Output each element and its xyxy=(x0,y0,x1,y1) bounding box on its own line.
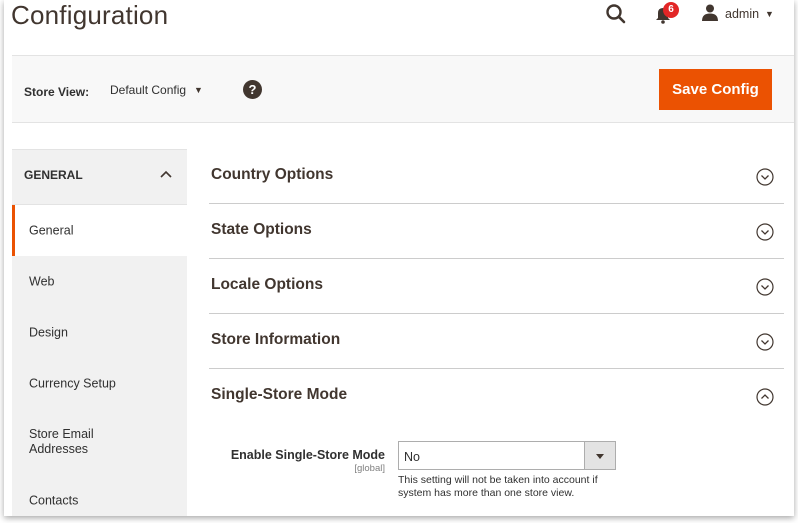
user-menu[interactable]: admin ▼ xyxy=(701,3,774,25)
notification-count-badge[interactable]: 6 xyxy=(663,2,679,18)
sidebar-item-contacts[interactable]: Contacts xyxy=(12,475,187,516)
store-view-bar: Store View: Default Config ▼ ? Save Conf… xyxy=(12,55,794,123)
section-store-information[interactable]: Store Information xyxy=(209,314,784,369)
store-view-selected: Default Config xyxy=(110,83,187,97)
chevron-down-icon xyxy=(584,442,615,469)
field-scope: [global] xyxy=(354,463,385,474)
section-country-options[interactable]: Country Options xyxy=(209,149,784,204)
config-sections: Country Options State Options Locale Opt… xyxy=(209,149,784,424)
sidebar-item-label: Design xyxy=(29,325,68,339)
collapse-icon xyxy=(756,388,774,406)
expand-icon xyxy=(756,168,774,186)
sidebar-group-label: GENERAL xyxy=(24,168,83,182)
sidebar-group-general[interactable]: GENERAL xyxy=(12,150,187,205)
sidebar-item-web[interactable]: Web xyxy=(12,256,187,307)
user-name: admin xyxy=(725,7,760,21)
section-single-store-mode[interactable]: Single-Store Mode xyxy=(209,369,784,424)
page-title: Configuration xyxy=(11,0,169,30)
expand-icon xyxy=(756,278,774,296)
chevron-down-icon: ▼ xyxy=(194,85,203,95)
chevron-down-icon: ▼ xyxy=(765,9,774,19)
help-icon[interactable]: ? xyxy=(243,80,262,99)
sidebar-item-label: Contacts xyxy=(29,493,79,507)
chevron-up-icon xyxy=(160,170,172,178)
sidebar-item-design[interactable]: Design xyxy=(12,307,187,358)
save-config-button[interactable]: Save Config xyxy=(659,69,772,110)
expand-icon xyxy=(756,223,774,241)
search-icon[interactable] xyxy=(605,3,627,25)
sidebar-item-label: Currency Setup xyxy=(29,376,116,390)
field-label: Enable Single-Store Mode xyxy=(230,448,385,462)
config-sidebar: GENERAL General Web Design Currency Setu… xyxy=(12,149,187,516)
store-view-switcher[interactable]: Default Config ▼ xyxy=(110,83,203,97)
section-title: State Options xyxy=(211,221,312,238)
user-icon xyxy=(701,3,719,26)
section-title: Single-Store Mode xyxy=(211,386,348,403)
field-note: This setting will not be taken into acco… xyxy=(398,474,598,499)
sidebar-item-store-email-addresses[interactable]: Store Email Addresses xyxy=(12,409,187,475)
store-view-label: Store View: xyxy=(24,85,90,99)
sidebar-item-general[interactable]: General xyxy=(12,205,187,256)
section-title: Country Options xyxy=(211,166,334,183)
select-value: No xyxy=(404,450,420,464)
section-title: Store Information xyxy=(211,331,341,348)
sidebar-item-label: Store Email Addresses xyxy=(29,427,94,456)
section-locale-options[interactable]: Locale Options xyxy=(209,259,784,314)
sidebar-item-label: General xyxy=(29,223,74,237)
admin-window: Configuration 6 admin ▼ Store View: Defa… xyxy=(4,0,794,516)
single-store-mode-select[interactable]: No xyxy=(398,441,616,470)
sidebar-item-label: Web xyxy=(29,274,55,288)
section-title: Locale Options xyxy=(211,276,323,293)
expand-icon xyxy=(756,333,774,351)
field-enable-single-store-mode: Enable Single-Store Mode [global] No Thi… xyxy=(209,441,784,516)
sidebar-item-currency-setup[interactable]: Currency Setup xyxy=(12,358,187,409)
section-state-options[interactable]: State Options xyxy=(209,204,784,259)
